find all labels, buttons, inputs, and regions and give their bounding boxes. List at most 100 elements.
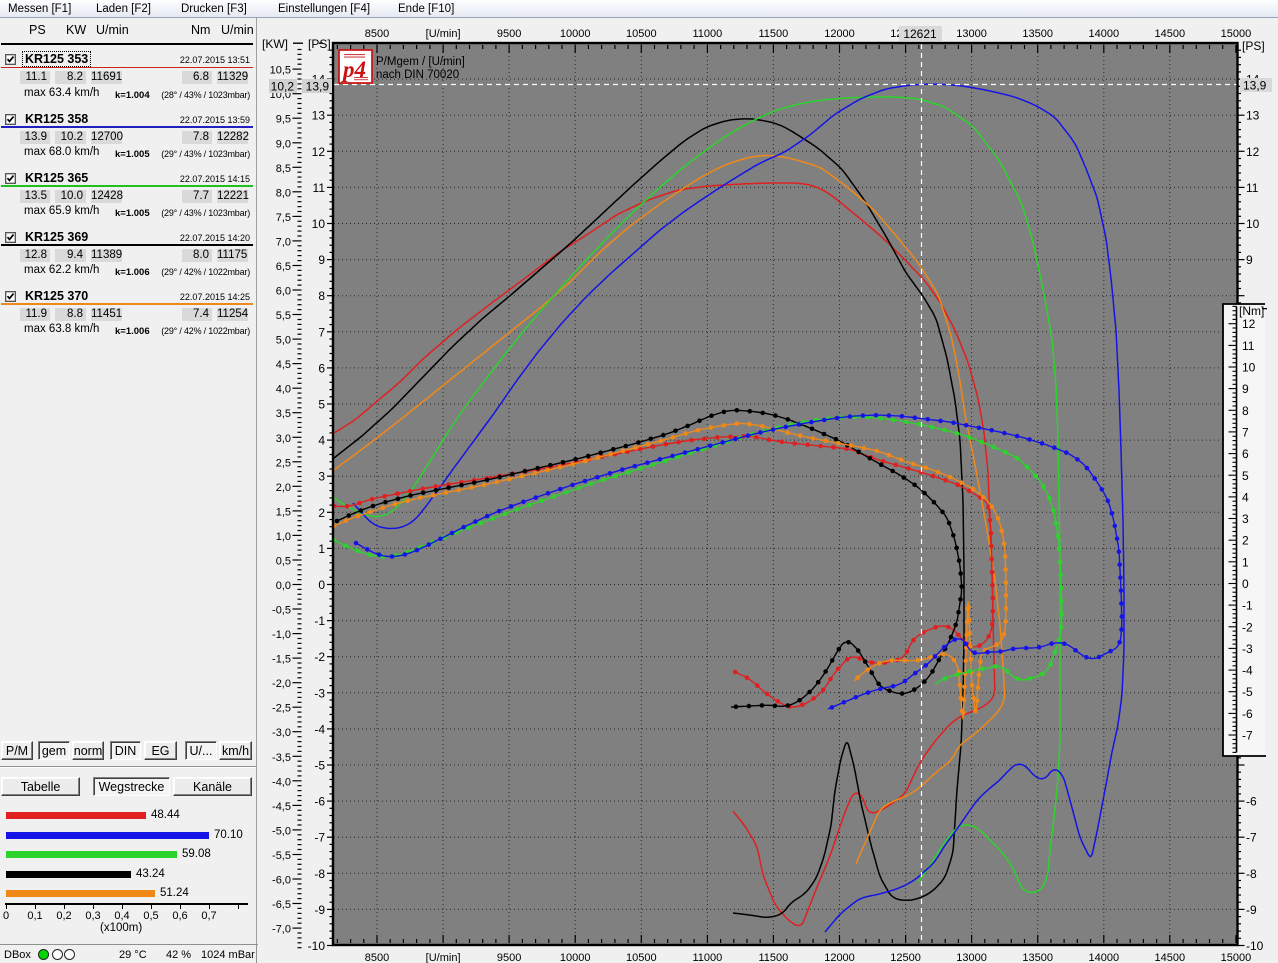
svg-text:-3,5: -3,5 [272, 752, 291, 764]
svg-text:nach DIN 70020: nach DIN 70020 [376, 69, 459, 81]
svg-text:11500: 11500 [759, 952, 789, 963]
svg-text:4,0: 4,0 [276, 384, 291, 396]
svg-text:13500: 13500 [1022, 952, 1053, 963]
svg-text:6: 6 [318, 361, 325, 375]
svg-text:-6,5: -6,5 [272, 899, 291, 911]
svg-text:-8: -8 [314, 867, 325, 881]
svg-text:10,2: 10,2 [271, 80, 295, 94]
svg-text:10000: 10000 [560, 952, 591, 963]
svg-text:13000: 13000 [956, 28, 987, 40]
svg-text:-3,0: -3,0 [272, 727, 291, 739]
svg-text:6,0: 6,0 [276, 286, 291, 298]
svg-text:5: 5 [1242, 469, 1249, 483]
svg-text:-6: -6 [1242, 707, 1253, 721]
svg-text:7: 7 [1242, 426, 1249, 440]
svg-text:[U/min]: [U/min] [426, 952, 461, 963]
svg-text:-5: -5 [1242, 685, 1253, 699]
svg-text:-10: -10 [308, 939, 326, 953]
svg-text:1,0: 1,0 [276, 531, 291, 543]
svg-text:7,0: 7,0 [276, 236, 291, 248]
svg-text:-3: -3 [314, 686, 325, 700]
svg-text:-9: -9 [1246, 903, 1257, 917]
svg-text:[KW]: [KW] [262, 37, 288, 51]
svg-text:[U/min]: [U/min] [426, 28, 461, 40]
svg-text:3,0: 3,0 [276, 433, 291, 445]
svg-text:13: 13 [1246, 109, 1260, 123]
svg-text:9500: 9500 [497, 952, 521, 963]
svg-text:4,5: 4,5 [276, 359, 291, 371]
svg-text:13500: 13500 [1022, 28, 1053, 40]
svg-text:2: 2 [318, 506, 325, 520]
svg-text:14000: 14000 [1089, 28, 1120, 40]
svg-text:8500: 8500 [365, 952, 389, 963]
svg-text:2: 2 [1242, 534, 1249, 548]
svg-text:11: 11 [1242, 339, 1255, 353]
svg-text:-4: -4 [1242, 664, 1253, 678]
svg-text:9: 9 [1242, 382, 1249, 396]
svg-text:8: 8 [1242, 404, 1249, 418]
svg-text:-3: -3 [1242, 642, 1253, 656]
svg-text:12000: 12000 [824, 28, 855, 40]
svg-text:1: 1 [1242, 555, 1249, 569]
svg-text:1: 1 [318, 542, 325, 556]
svg-text:11000: 11000 [693, 28, 723, 40]
svg-text:10: 10 [312, 217, 326, 231]
svg-text:14500: 14500 [1155, 952, 1186, 963]
svg-text:11: 11 [1246, 181, 1259, 195]
svg-text:14500: 14500 [1155, 28, 1186, 40]
svg-text:-5: -5 [314, 759, 325, 773]
svg-text:5,0: 5,0 [276, 335, 291, 347]
svg-text:5: 5 [318, 398, 325, 412]
svg-text:9: 9 [318, 253, 325, 267]
svg-text:1,5: 1,5 [276, 506, 291, 518]
svg-text:-1,5: -1,5 [272, 654, 291, 666]
svg-text:-1,0: -1,0 [272, 629, 291, 641]
svg-text:2,5: 2,5 [276, 457, 291, 469]
svg-text:-2,0: -2,0 [272, 678, 291, 690]
svg-text:11000: 11000 [693, 952, 723, 963]
svg-text:10500: 10500 [626, 952, 657, 963]
svg-text:-9: -9 [314, 903, 325, 917]
svg-text:-1: -1 [1242, 599, 1253, 613]
svg-text:10,5: 10,5 [270, 65, 291, 77]
svg-text:3: 3 [1242, 512, 1249, 526]
svg-text:13: 13 [312, 109, 326, 123]
svg-text:-10: -10 [1246, 939, 1264, 953]
svg-text:8,5: 8,5 [276, 163, 291, 175]
svg-text:4: 4 [1242, 490, 1249, 504]
svg-text:11: 11 [313, 181, 326, 195]
svg-text:[PS]: [PS] [308, 37, 331, 51]
svg-text:12: 12 [1242, 317, 1256, 331]
svg-text:-5,0: -5,0 [272, 825, 291, 837]
svg-text:0: 0 [1242, 577, 1249, 591]
svg-text:12621: 12621 [903, 27, 937, 41]
svg-text:8: 8 [318, 289, 325, 303]
svg-text:-7,0: -7,0 [272, 924, 291, 936]
svg-text:0,5: 0,5 [276, 556, 291, 568]
svg-text:3,5: 3,5 [276, 408, 291, 420]
svg-text:9,5: 9,5 [276, 114, 291, 126]
svg-text:-7: -7 [314, 831, 325, 845]
svg-text:13,9: 13,9 [1243, 79, 1267, 93]
svg-text:6: 6 [1242, 447, 1249, 461]
svg-text:-6,0: -6,0 [272, 875, 291, 887]
svg-text:-7: -7 [1246, 831, 1257, 845]
svg-text:p4: p4 [341, 57, 366, 82]
svg-text:[Nm]: [Nm] [1239, 304, 1264, 318]
svg-text:0,0: 0,0 [276, 580, 291, 592]
svg-text:-2: -2 [1242, 620, 1253, 634]
svg-text:10000: 10000 [560, 28, 591, 40]
svg-text:-8: -8 [1246, 867, 1257, 881]
svg-text:4: 4 [318, 434, 325, 448]
svg-text:12: 12 [312, 145, 326, 159]
svg-text:-2: -2 [314, 650, 325, 664]
svg-text:2,0: 2,0 [276, 482, 291, 494]
svg-text:-6: -6 [1246, 795, 1257, 809]
svg-text:9500: 9500 [497, 28, 521, 40]
svg-text:5,5: 5,5 [276, 310, 291, 322]
svg-text:9: 9 [1246, 253, 1253, 267]
svg-text:10: 10 [1246, 217, 1260, 231]
svg-text:11500: 11500 [759, 28, 789, 40]
svg-text:9,0: 9,0 [276, 138, 291, 150]
svg-text:-0,5: -0,5 [272, 605, 291, 617]
